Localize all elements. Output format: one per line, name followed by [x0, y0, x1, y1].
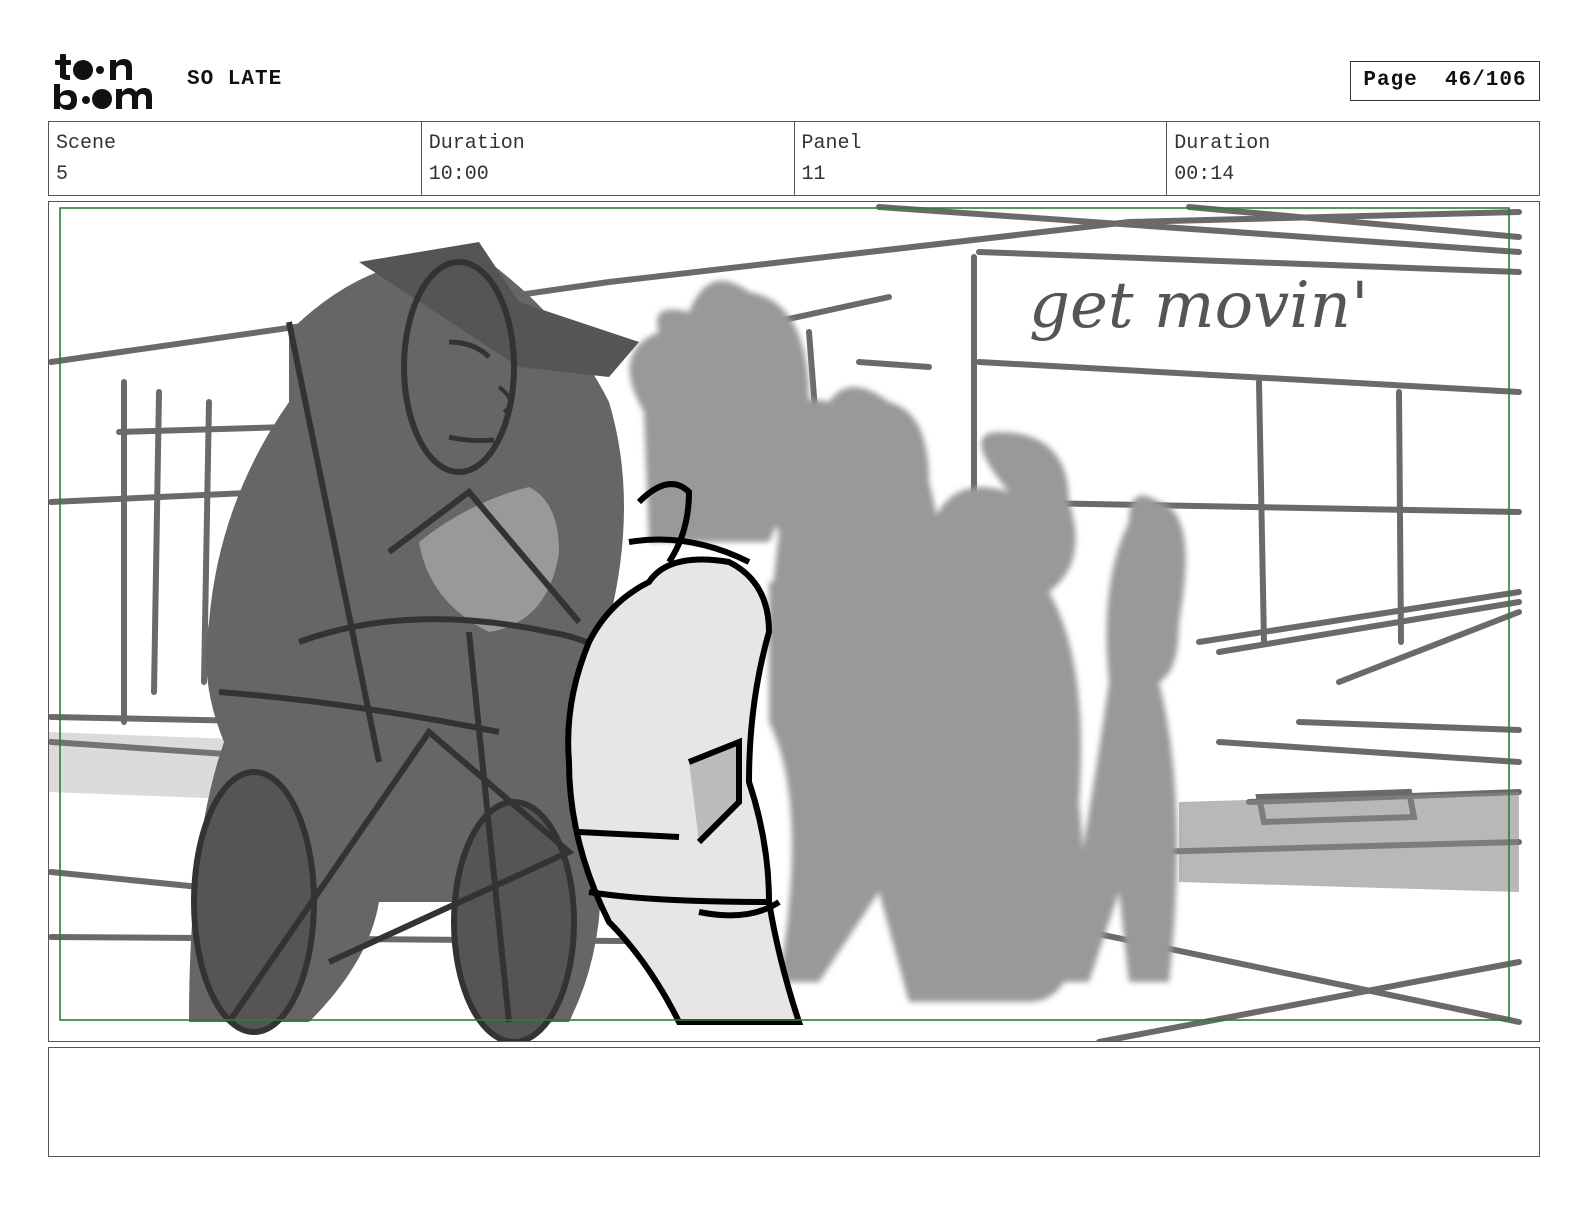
project-title: SO LATE: [187, 68, 283, 91]
scene-cell: Scene 5: [49, 122, 422, 195]
panel-cell: Panel 11: [795, 122, 1168, 195]
storyboard-panel: get movin': [48, 201, 1540, 1042]
scene-duration-label: Duration: [428, 132, 525, 155]
caption-box: [48, 1047, 1540, 1157]
panel-info-row: Scene 5 Duration 10:00 Panel 11 Duration…: [48, 121, 1540, 196]
panel-duration-cell: Duration 00:14: [1167, 122, 1539, 195]
scene-duration-value: 10:00: [428, 163, 489, 186]
scene-duration-cell: Duration 10:00: [422, 122, 795, 195]
toonboom-logo: [52, 52, 164, 112]
page-number: 46/106: [1445, 69, 1527, 92]
panel-sketch: get movin': [49, 204, 1522, 1041]
panel-label: Panel: [801, 132, 862, 155]
scene-label: Scene: [56, 132, 117, 155]
page-label: Page: [1363, 69, 1418, 92]
panel-duration-value: 00:14: [1174, 163, 1235, 186]
panel-value: 11: [801, 163, 826, 186]
biker-character: [189, 242, 639, 1041]
panel-duration-label: Duration: [1174, 132, 1271, 155]
shop-sign: get movin': [1029, 269, 1369, 343]
scene-value: 5: [56, 163, 69, 186]
page-indicator: Page 46/106: [1350, 61, 1540, 101]
